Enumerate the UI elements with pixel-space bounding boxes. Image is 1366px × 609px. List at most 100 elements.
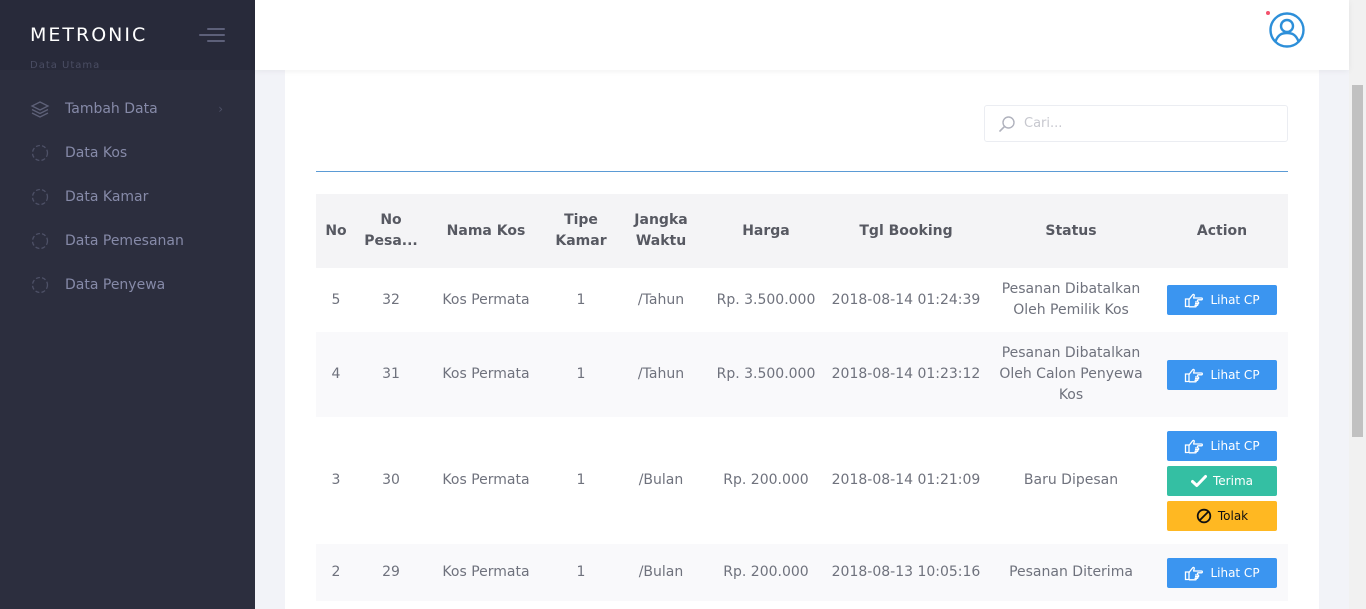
sidebar-item-label: Data Pemesanan bbox=[65, 233, 184, 249]
price: Rp. 3.500.000 bbox=[716, 291, 816, 308]
hand-pointing-icon bbox=[1184, 438, 1210, 454]
room-type: 1 bbox=[576, 291, 586, 308]
booking-date: 2018-08-13 10:05:16 bbox=[831, 564, 981, 580]
order-number: 29 bbox=[382, 564, 400, 580]
row-number: 3 bbox=[331, 472, 341, 488]
sidebar-item-label: Tambah Data bbox=[65, 101, 158, 117]
table-row: 4 31 Kos Permata 1/Tahun Rp. 3.500.000 2018-0… bbox=[316, 332, 1288, 417]
column-header[interactable]: Tgl Booking bbox=[826, 194, 986, 268]
order-number: 32 bbox=[382, 291, 400, 308]
order-number: 30 bbox=[382, 472, 400, 488]
button-label: Lihat CP bbox=[1210, 438, 1260, 453]
lihat-cp-button[interactable]: Lihat CP bbox=[1167, 430, 1277, 461]
column-header[interactable]: Tipe Kamar bbox=[546, 194, 616, 268]
user-avatar-icon[interactable] bbox=[1269, 12, 1305, 48]
duration: /Bulan bbox=[638, 472, 684, 488]
duration: /Tahun bbox=[637, 291, 685, 308]
button-label: Lihat CP bbox=[1210, 565, 1260, 580]
button-label: Terima bbox=[1213, 473, 1253, 488]
lihat-cp-button[interactable]: Lihat CP bbox=[1167, 285, 1277, 315]
row-number: 5 bbox=[331, 291, 341, 308]
top-header bbox=[255, 0, 1349, 70]
search-icon bbox=[999, 115, 1015, 132]
button-label: Tolak bbox=[1217, 508, 1249, 523]
sidebar-item-label: Data Kos bbox=[65, 145, 128, 161]
kos-name: Kos Permata bbox=[442, 472, 530, 488]
column-header[interactable]: Jangka Waktu bbox=[616, 194, 706, 268]
table-row: 2 29 Kos Permata 1/Bulan Rp. 200.000 2018-08-… bbox=[316, 544, 1288, 601]
circle-dots-icon bbox=[30, 231, 50, 251]
action-cell: Lihat CP bbox=[1156, 544, 1288, 601]
sidebar-menu: Tambah Data › Data Kos Data Kamar Data Pemes… bbox=[0, 87, 255, 307]
lihat-cp-button[interactable]: Lihat CP bbox=[1167, 557, 1277, 588]
sidebar-item-tambah-data[interactable]: Tambah Data › bbox=[0, 87, 255, 131]
status-text: Pesanan Diterima bbox=[1009, 564, 1133, 580]
search-box bbox=[984, 105, 1288, 142]
button-label: Lihat CP bbox=[1210, 293, 1260, 307]
hand-pointing-icon bbox=[1184, 565, 1210, 581]
action-cell: Lihat CP Terima Tolak bbox=[1156, 417, 1288, 544]
column-header[interactable]: Harga bbox=[706, 194, 826, 268]
search-input[interactable] bbox=[1024, 116, 1264, 131]
room-type: 1 bbox=[576, 472, 586, 488]
sidebar-item-data-kos[interactable]: Data Kos bbox=[0, 131, 255, 175]
sidebar-section-label: Data Utama bbox=[30, 60, 101, 70]
status-text: Baru Dipesan bbox=[1023, 472, 1119, 488]
circle-dots-icon bbox=[30, 187, 50, 207]
price: Rp. 200.000 bbox=[723, 564, 809, 580]
terima-button[interactable]: Terima bbox=[1167, 465, 1277, 496]
booking-date: 2018-08-14 01:21:09 bbox=[831, 472, 981, 488]
sidebar-item-data-kamar[interactable]: Data Kamar bbox=[0, 175, 255, 219]
table-body: 5 32 Kos Permata 1/Tahun Rp. 3.500.000 2018-0… bbox=[316, 268, 1288, 601]
layers-icon bbox=[30, 99, 50, 119]
sidebar-item-data-pemesanan[interactable]: Data Pemesanan bbox=[0, 219, 255, 263]
hand-pointing-icon bbox=[1184, 367, 1210, 383]
brand-logo-text[interactable]: METRONIC bbox=[30, 24, 147, 46]
status-text: Pesanan Dibatalkan Oleh Pemilik Kos bbox=[1001, 281, 1141, 318]
column-header[interactable]: Status bbox=[986, 194, 1156, 268]
row-number: 2 bbox=[331, 564, 341, 580]
sidebar-item-label: Data Penyewa bbox=[65, 277, 166, 293]
action-cell: Lihat CP bbox=[1156, 268, 1288, 332]
section-divider bbox=[316, 171, 1288, 172]
status-text: Pesanan Dibatalkan Oleh Calon Penyewa Ko… bbox=[999, 345, 1143, 403]
sidebar-item-data-penyewa[interactable]: Data Penyewa bbox=[0, 263, 255, 307]
price: Rp. 200.000 bbox=[723, 472, 809, 488]
order-number: 31 bbox=[382, 366, 400, 382]
button-label: Lihat CP bbox=[1210, 367, 1260, 382]
table-header-row: No No Pesa... Nama Kos Tipe Kamar Jangka Wak… bbox=[316, 194, 1288, 268]
column-header[interactable]: Nama Kos bbox=[426, 194, 546, 268]
circle-dots-icon bbox=[30, 143, 50, 163]
booking-date: 2018-08-14 01:24:39 bbox=[831, 291, 981, 308]
table-row: 5 32 Kos Permata 1/Tahun Rp. 3.500.000 2018-0… bbox=[316, 268, 1288, 332]
action-cell: Lihat CP bbox=[1156, 332, 1288, 417]
duration: /Bulan bbox=[638, 564, 684, 580]
ban-icon bbox=[1196, 508, 1218, 524]
column-header[interactable]: No Pesa... bbox=[356, 194, 426, 268]
sidebar: METRONIC Data Utama Tambah Data › Data Kos… bbox=[0, 0, 255, 609]
booking-date: 2018-08-14 01:23:12 bbox=[831, 366, 981, 382]
kos-name: Kos Permata bbox=[442, 366, 530, 382]
lihat-cp-button[interactable]: Lihat CP bbox=[1167, 359, 1277, 390]
sidebar-item-label: Data Kamar bbox=[65, 189, 149, 205]
chevron-right-icon: › bbox=[218, 102, 223, 116]
check-icon bbox=[1191, 474, 1213, 488]
hand-pointing-icon bbox=[1184, 292, 1210, 308]
content-portlet: NoNo Pesa...Nama KosTipe KamarJangka Wak… bbox=[285, 70, 1319, 609]
duration: /Tahun bbox=[637, 366, 685, 382]
tolak-button[interactable]: Tolak bbox=[1167, 500, 1277, 531]
price: Rp. 3.500.000 bbox=[716, 366, 816, 382]
column-header[interactable]: Action bbox=[1156, 194, 1288, 268]
hamburger-icon[interactable] bbox=[199, 26, 225, 44]
table-row: 3 30 Kos Permata 1/Bulan Rp. 200.000 2018-08-… bbox=[316, 417, 1288, 544]
circle-dots-icon bbox=[30, 275, 50, 295]
kos-name: Kos Permata bbox=[442, 291, 530, 308]
booking-table: No No Pesa... Nama Kos Tipe Kamar Jangka Wak… bbox=[316, 194, 1288, 601]
room-type: 1 bbox=[576, 564, 586, 580]
room-type: 1 bbox=[576, 366, 586, 382]
row-number: 4 bbox=[331, 366, 341, 382]
column-header[interactable]: No bbox=[316, 194, 356, 268]
scrollbar-thumb[interactable] bbox=[1352, 85, 1363, 437]
kos-name: Kos Permata bbox=[442, 564, 530, 580]
page-scrollbar[interactable] bbox=[1349, 0, 1366, 609]
